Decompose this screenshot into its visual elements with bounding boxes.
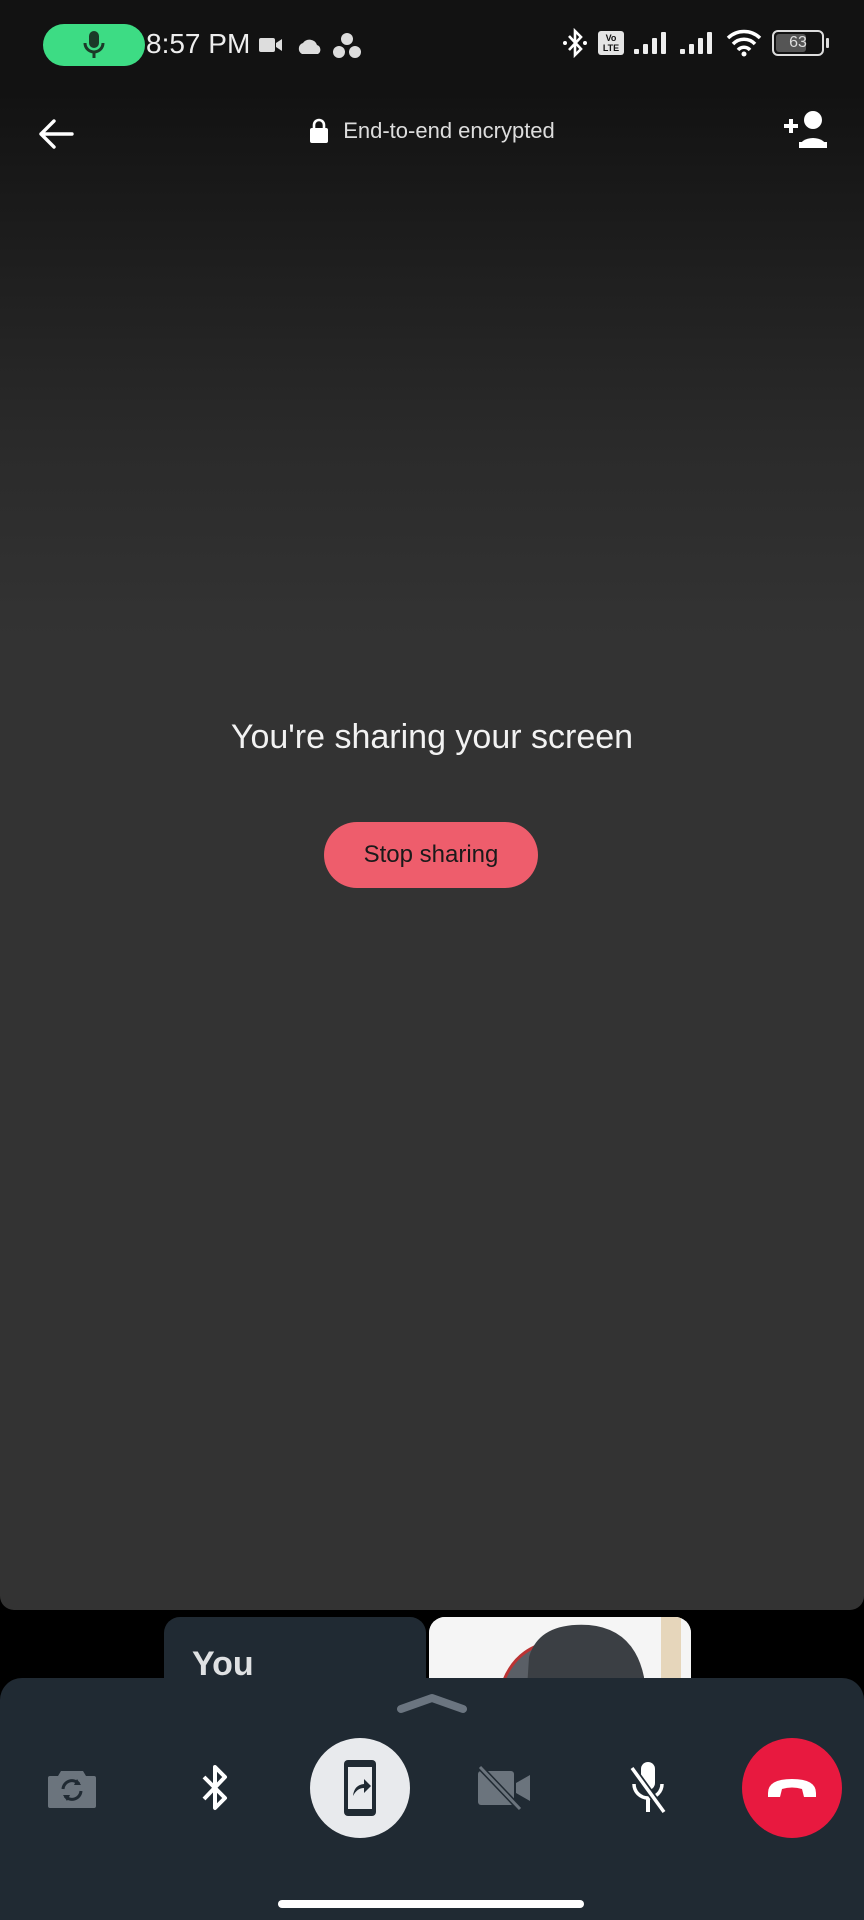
bluetooth-audio-button[interactable] [165,1738,265,1838]
stop-sharing-button[interactable]: Stop sharing [324,822,538,888]
end-call-button[interactable] [742,1738,842,1838]
lock-icon [310,118,329,143]
wifi-icon [726,29,762,57]
expand-handle-icon[interactable] [396,1692,468,1714]
clock: 8:57 PM [146,28,251,59]
flip-camera-button[interactable] [22,1738,122,1838]
mic-off-icon [629,1762,667,1815]
person-add-icon [784,111,827,148]
status-bar: 8:57 PM Vo LTE 63 [0,0,864,90]
camera-flip-icon [48,1771,96,1808]
gesture-navigation-bar[interactable] [278,1900,584,1908]
add-participant-button[interactable] [782,110,832,156]
mic-in-use-indicator[interactable] [43,24,145,66]
dots-cluster-icon [333,33,361,58]
bluetooth-icon [563,28,587,58]
video-off-icon [477,1765,530,1811]
encryption-status: End-to-end encrypted [0,118,864,144]
encryption-label: End-to-end encrypted [343,118,555,143]
sharing-message: You're sharing your screen [230,718,634,756]
volte-icon: Vo LTE [598,31,624,55]
status-right-icons: Vo LTE 63 [562,28,829,58]
cloud-icon [298,39,321,54]
battery-icon: 63 [772,30,829,56]
call-controls-sheet [0,1678,864,1920]
mic-toggle-button[interactable] [598,1738,698,1838]
screen-share-icon [344,1760,376,1816]
bluetooth-icon [202,1765,227,1810]
video-toggle-button[interactable] [454,1738,554,1838]
screen-share-button[interactable] [310,1738,410,1838]
call-header: End-to-end encrypted [0,90,864,170]
video-icon [259,38,282,52]
mic-icon [83,31,105,58]
signal-icon [634,32,666,54]
signal-icon [680,32,712,54]
call-end-icon [768,1779,816,1797]
